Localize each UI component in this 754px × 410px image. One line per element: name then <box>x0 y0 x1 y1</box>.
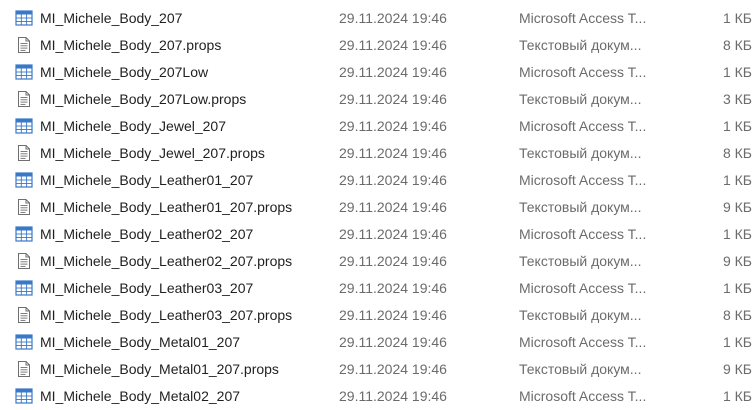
text-document-icon <box>15 252 33 270</box>
file-size: 8 КБ <box>722 145 752 161</box>
file-row[interactable]: MI_Michele_Body_Leather01_207 29.11.2024 … <box>0 167 754 194</box>
file-row[interactable]: MI_Michele_Body_Leather01_207.props 29.11… <box>0 194 754 221</box>
file-type: Текстовый докум... <box>519 37 642 53</box>
file-date-modified: 29.11.2024 19:46 <box>339 10 447 26</box>
file-type: Текстовый докум... <box>519 145 642 161</box>
table-icon <box>15 333 33 351</box>
table-icon <box>15 387 33 405</box>
file-date-modified: 29.11.2024 19:46 <box>339 91 447 107</box>
file-type: Текстовый докум... <box>519 199 642 215</box>
file-size: 9 КБ <box>722 361 752 377</box>
table-icon <box>15 279 33 297</box>
file-row[interactable]: MI_Michele_Body_Metal01_207.props 29.11.2… <box>0 356 754 383</box>
file-size: 1 КБ <box>722 118 752 134</box>
file-date-modified: 29.11.2024 19:46 <box>339 361 447 377</box>
file-type: Microsoft Access T... <box>519 388 647 404</box>
file-size: 1 КБ <box>722 64 752 80</box>
file-row[interactable]: MI_Michele_Body_Metal02_207 29.11.2024 19… <box>0 383 754 410</box>
file-size: 1 КБ <box>722 172 752 188</box>
file-type: Текстовый докум... <box>519 253 642 269</box>
text-document-icon <box>15 360 33 378</box>
file-row[interactable]: MI_Michele_Body_Leather02_207.props 29.11… <box>0 248 754 275</box>
file-name: MI_Michele_Body_Metal01_207 <box>40 334 241 350</box>
file-name: MI_Michele_Body_Leather02_207.props <box>40 253 293 269</box>
text-document-icon <box>15 36 33 54</box>
file-row[interactable]: MI_Michele_Body_Leather03_207.props 29.11… <box>0 302 754 329</box>
file-row[interactable]: MI_Michele_Body_Jewel_207.props 29.11.202… <box>0 140 754 167</box>
file-size: 1 КБ <box>722 388 752 404</box>
file-row[interactable]: MI_Michele_Body_207Low.props 29.11.2024 1… <box>0 86 754 113</box>
file-list: MI_Michele_Body_207 29.11.2024 19:46 Micro… <box>0 5 754 410</box>
file-type: Microsoft Access T... <box>519 10 647 26</box>
file-date-modified: 29.11.2024 19:46 <box>339 307 447 323</box>
file-type: Microsoft Access T... <box>519 226 647 242</box>
file-size: 3 КБ <box>722 91 752 107</box>
file-row[interactable]: MI_Michele_Body_Leather03_207 29.11.2024 … <box>0 275 754 302</box>
file-name: MI_Michele_Body_207.props <box>40 37 222 53</box>
file-size: 1 КБ <box>722 226 752 242</box>
file-date-modified: 29.11.2024 19:46 <box>339 64 447 80</box>
file-date-modified: 29.11.2024 19:46 <box>339 199 447 215</box>
file-size: 1 КБ <box>722 10 752 26</box>
file-date-modified: 29.11.2024 19:46 <box>339 145 447 161</box>
file-name: MI_Michele_Body_Leather01_207 <box>40 172 254 188</box>
text-document-icon <box>15 90 33 108</box>
file-type: Microsoft Access T... <box>519 118 647 134</box>
text-document-icon <box>15 306 33 324</box>
file-type: Текстовый докум... <box>519 361 642 377</box>
file-row[interactable]: MI_Michele_Body_Jewel_207 29.11.2024 19:4… <box>0 113 754 140</box>
file-date-modified: 29.11.2024 19:46 <box>339 118 447 134</box>
file-type: Microsoft Access T... <box>519 334 647 350</box>
file-row[interactable]: MI_Michele_Body_207.props 29.11.2024 19:4… <box>0 32 754 59</box>
file-name: MI_Michele_Body_207Low.props <box>40 91 247 107</box>
file-date-modified: 29.11.2024 19:46 <box>339 334 447 350</box>
file-name: MI_Michele_Body_Leather01_207.props <box>40 199 293 215</box>
file-size: 9 КБ <box>722 199 752 215</box>
file-size: 8 КБ <box>722 307 752 323</box>
file-name: MI_Michele_Body_207 <box>40 10 183 26</box>
file-name: MI_Michele_Body_Leather02_207 <box>40 226 254 242</box>
file-type: Текстовый докум... <box>519 91 642 107</box>
file-size: 9 КБ <box>722 253 752 269</box>
table-icon <box>15 9 33 27</box>
file-row[interactable]: MI_Michele_Body_Leather02_207 29.11.2024 … <box>0 221 754 248</box>
file-size: 8 КБ <box>722 37 752 53</box>
text-document-icon <box>15 198 33 216</box>
file-date-modified: 29.11.2024 19:46 <box>339 172 447 188</box>
file-date-modified: 29.11.2024 19:46 <box>339 37 447 53</box>
file-date-modified: 29.11.2024 19:46 <box>339 280 447 296</box>
file-name: MI_Michele_Body_207Low <box>40 64 209 80</box>
file-name: MI_Michele_Body_Metal02_207 <box>40 388 241 404</box>
file-name: MI_Michele_Body_Jewel_207.props <box>40 145 265 161</box>
file-size: 1 КБ <box>722 334 752 350</box>
file-type: Текстовый докум... <box>519 307 642 323</box>
file-size: 1 КБ <box>722 280 752 296</box>
table-icon <box>15 63 33 81</box>
file-row[interactable]: MI_Michele_Body_207 29.11.2024 19:46 Micro… <box>0 5 754 32</box>
file-name: MI_Michele_Body_Leather03_207 <box>40 280 254 296</box>
file-name: MI_Michele_Body_Leather03_207.props <box>40 307 293 323</box>
table-icon <box>15 171 33 189</box>
file-date-modified: 29.11.2024 19:46 <box>339 253 447 269</box>
file-type: Microsoft Access T... <box>519 280 647 296</box>
file-row[interactable]: MI_Michele_Body_Metal01_207 29.11.2024 19… <box>0 329 754 356</box>
file-date-modified: 29.11.2024 19:46 <box>339 388 447 404</box>
file-name: MI_Michele_Body_Jewel_207 <box>40 118 226 134</box>
file-row[interactable]: MI_Michele_Body_207Low 29.11.2024 19:46 Mi… <box>0 59 754 86</box>
file-type: Microsoft Access T... <box>519 172 647 188</box>
table-icon <box>15 225 33 243</box>
text-document-icon <box>15 144 33 162</box>
file-type: Microsoft Access T... <box>519 64 647 80</box>
file-date-modified: 29.11.2024 19:46 <box>339 226 447 242</box>
table-icon <box>15 117 33 135</box>
file-name: MI_Michele_Body_Metal01_207.props <box>40 361 279 377</box>
